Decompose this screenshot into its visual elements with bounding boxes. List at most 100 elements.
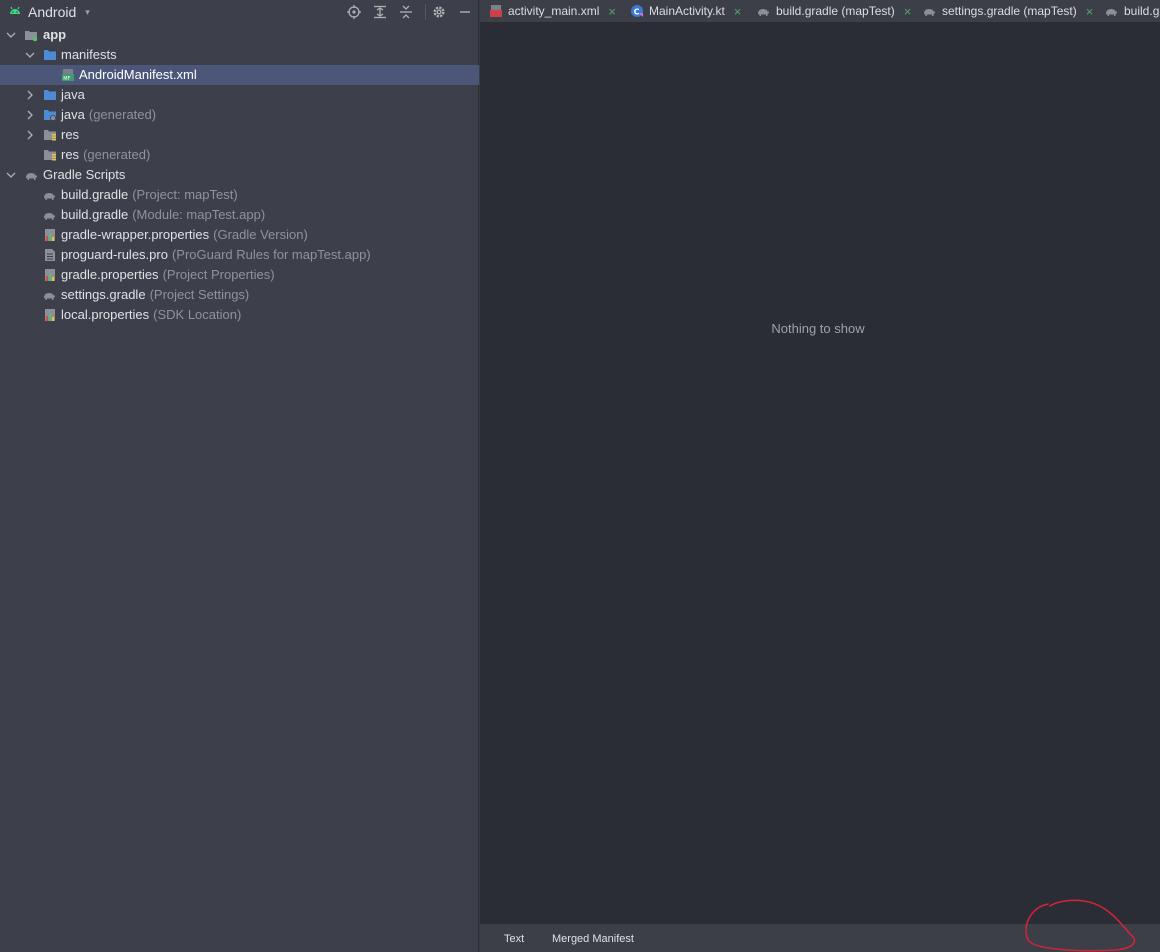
view-selector-dropdown[interactable]: Android ▾ [8, 3, 90, 21]
tree-item-hint: (Project Properties) [162, 267, 275, 282]
editor-tab-bar: activity_main.xml × C MainActivity.kt × … [480, 0, 1160, 22]
expand-all-icon[interactable] [371, 3, 389, 21]
tree-item-proguard-rules[interactable]: proguard-rules.pro (ProGuard Rules for ma… [0, 245, 479, 265]
chevron-right-icon[interactable] [25, 90, 35, 100]
tab-settings-gradle[interactable]: settings.gradle (mapTest) × [921, 0, 1093, 22]
properties-file-icon [45, 309, 55, 321]
tree-item-label: local.properties (SDK Location) [61, 307, 242, 322]
merged-manifest-view: Nothing to show [480, 22, 1160, 924]
tree-item-label: settings.gradle (Project Settings) [61, 287, 250, 302]
tree-item-java[interactable]: java [0, 85, 479, 105]
tree-item-java-generated[interactable]: java (generated) [0, 105, 479, 125]
gear-icon[interactable] [430, 3, 448, 21]
tab-label: build.g [1124, 4, 1160, 18]
tree-item-hint: (Project: mapTest) [132, 187, 238, 202]
header-divider [425, 4, 426, 20]
tree-item-build-gradle-module[interactable]: build.gradle (Module: mapTest.app) [0, 205, 479, 225]
tree-item-app[interactable]: app [0, 25, 479, 45]
tab-build-gradle[interactable]: build.gradle (mapTest) × [755, 0, 911, 22]
folder-icon [44, 90, 56, 100]
tree-item-label: java [61, 87, 85, 102]
tab-text[interactable]: Text [504, 933, 524, 945]
chevron-down-icon[interactable] [25, 50, 35, 60]
chevron-down-icon: ▾ [85, 6, 90, 17]
tree-item-label: app [43, 27, 67, 42]
project-tool-window: Android ▾ app manifests MF AndroidManife… [0, 0, 479, 952]
module-folder-icon [25, 31, 38, 42]
resources-folder-icon [44, 130, 56, 141]
gradle-elephant-icon [26, 173, 37, 180]
tree-item-gradle-scripts[interactable]: Gradle Scripts [0, 165, 479, 185]
tab-label: activity_main.xml [508, 4, 600, 18]
close-icon[interactable]: × [904, 4, 912, 19]
chevron-down-icon[interactable] [6, 170, 16, 180]
collapse-all-icon[interactable] [397, 3, 415, 21]
generated-folder-icon [44, 110, 56, 121]
chevron-right-icon[interactable] [25, 110, 35, 120]
tree-item-manifests[interactable]: manifests [0, 45, 479, 65]
tree-item-android-manifest[interactable]: MF AndroidManifest.xml [0, 65, 479, 85]
gradle-elephant-icon [44, 213, 55, 220]
close-icon[interactable]: × [608, 4, 616, 19]
gradle-elephant-icon [44, 293, 55, 300]
svg-text:MF: MF [63, 76, 70, 82]
layout-file-icon [490, 5, 502, 17]
tree-item-hint: (Project Settings) [149, 287, 250, 302]
svg-text:C: C [634, 7, 640, 16]
tree-item-label: proguard-rules.pro (ProGuard Rules for ma… [61, 247, 371, 262]
project-pane-header: Android ▾ [0, 0, 479, 24]
tab-label: build.gradle (mapTest) [776, 4, 895, 18]
close-icon[interactable]: × [1086, 4, 1094, 19]
manifest-file-icon: MF [62, 69, 74, 82]
gradle-elephant-icon [44, 193, 55, 200]
tab-merged-manifest[interactable]: Merged Manifest [552, 933, 634, 945]
tree-item-label: build.gradle (Project: mapTest) [61, 187, 238, 202]
minimize-icon[interactable] [456, 3, 474, 21]
tree-item-res[interactable]: res [0, 125, 479, 145]
properties-file-icon [45, 229, 55, 241]
kotlin-class-icon: C [631, 5, 643, 17]
tree-item-label: build.gradle (Module: mapTest.app) [61, 207, 266, 222]
tree-item-label: gradle-wrapper.properties (Gradle Version… [61, 227, 308, 242]
editor-area: activity_main.xml × C MainActivity.kt × … [480, 0, 1160, 952]
tab-mainactivity-kt[interactable]: C MainActivity.kt × [630, 0, 741, 22]
view-selector-label: Android [28, 4, 77, 20]
gradle-elephant-icon [758, 9, 769, 16]
tab-activity-main-xml[interactable]: activity_main.xml × [489, 0, 616, 22]
resources-folder-icon [44, 150, 56, 161]
tree-item-local-properties[interactable]: local.properties (SDK Location) [0, 305, 479, 325]
tree-item-label: res (generated) [61, 147, 151, 162]
tab-build-gradle-partial[interactable]: build.g [1103, 0, 1159, 22]
folder-icon [44, 50, 56, 60]
gradle-elephant-icon [924, 9, 935, 16]
locate-icon[interactable] [345, 3, 363, 21]
tree-item-hint: (generated) [83, 147, 151, 162]
tree-item-label: manifests [61, 47, 117, 62]
tab-label: settings.gradle (mapTest) [942, 4, 1077, 18]
tree-item-gradle-wrapper[interactable]: gradle-wrapper.properties (Gradle Version… [0, 225, 479, 245]
tree-item-gradle-properties[interactable]: gradle.properties (Project Properties) [0, 265, 479, 285]
tree-item-hint: (Gradle Version) [213, 227, 308, 242]
tree-item-res-generated[interactable]: res (generated) [0, 145, 479, 165]
text-file-icon [45, 249, 55, 261]
tree-item-label: java (generated) [61, 107, 157, 122]
empty-state-text: Nothing to show [771, 321, 865, 336]
tree-item-build-gradle-project[interactable]: build.gradle (Project: mapTest) [0, 185, 479, 205]
tree-item-label: Gradle Scripts [43, 167, 126, 182]
close-icon[interactable]: × [734, 4, 742, 19]
properties-file-icon [45, 269, 55, 281]
editor-bottom-tabs: Text Merged Manifest [480, 924, 1160, 952]
tab-label: MainActivity.kt [649, 4, 725, 18]
tree-item-label: res [61, 127, 80, 142]
tree-item-hint: (SDK Location) [153, 307, 242, 322]
tree-item-label: gradle.properties (Project Properties) [61, 267, 275, 282]
tree-item-settings-gradle[interactable]: settings.gradle (Project Settings) [0, 285, 479, 305]
tree-item-hint: (Module: mapTest.app) [132, 207, 266, 222]
tree-item-hint: (ProGuard Rules for mapTest.app) [171, 247, 371, 262]
tree-item-hint: (generated) [88, 107, 157, 122]
gradle-elephant-icon [1106, 9, 1117, 16]
android-icon [10, 6, 20, 14]
tree-item-label: AndroidManifest.xml [79, 67, 197, 82]
chevron-down-icon[interactable] [6, 30, 16, 40]
chevron-right-icon[interactable] [25, 130, 35, 140]
